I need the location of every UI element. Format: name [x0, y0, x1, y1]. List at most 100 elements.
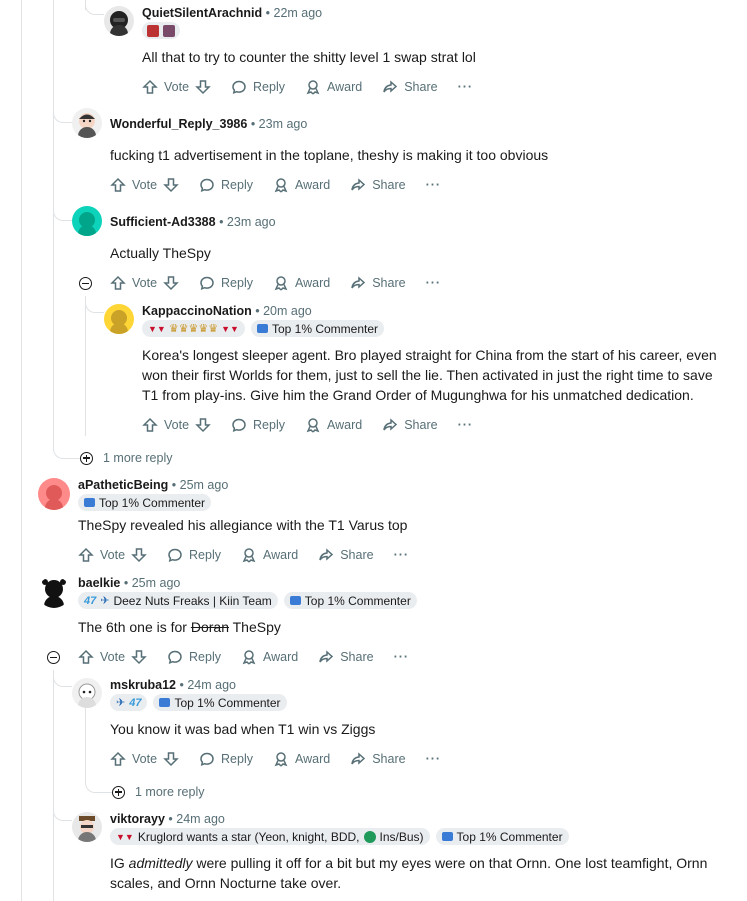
username[interactable]: viktorayy • 24m ago	[110, 812, 225, 826]
share-button[interactable]: Share	[382, 417, 438, 433]
reply-button[interactable]: Reply	[199, 751, 253, 767]
downvote-icon[interactable]	[195, 79, 211, 95]
comment-actions: Vote Reply Award Share ···	[142, 79, 493, 95]
share-button[interactable]: Share	[350, 751, 406, 767]
award-button[interactable]: Award	[241, 547, 298, 563]
avatar[interactable]	[104, 304, 134, 334]
username[interactable]: baelkie • 25m ago	[78, 576, 180, 590]
t1-logo-icon: ▼▼	[221, 323, 239, 334]
username[interactable]: mskruba12 • 24m ago	[110, 678, 236, 692]
t1-logo-icon: ▼▼	[148, 323, 166, 334]
team-logo-icon: ✈	[100, 595, 110, 607]
thread-line[interactable]	[85, 708, 86, 778]
reply-button[interactable]: Reply	[167, 547, 221, 563]
share-button[interactable]: Share	[318, 547, 374, 563]
upvote-button[interactable]: Vote	[142, 79, 211, 95]
avatar[interactable]	[38, 478, 70, 510]
thread-elbow	[53, 800, 72, 821]
award-button[interactable]: Award	[305, 417, 362, 433]
comment-body: TheSpy revealed his allegiance with the …	[78, 517, 408, 533]
more-options-button[interactable]: ···	[458, 418, 474, 432]
avatar[interactable]	[72, 108, 102, 138]
share-button[interactable]: Share	[382, 79, 438, 95]
downvote-icon[interactable]	[163, 275, 179, 291]
comment-body: Actually TheSpy	[110, 245, 211, 261]
comment-body: IG admittedly were pulling it off for a …	[110, 855, 708, 891]
collapse-thread-button[interactable]	[47, 651, 60, 664]
comment-body: All that to try to counter the shitty le…	[142, 49, 476, 65]
upvote-button[interactable]: Vote	[142, 417, 211, 433]
avatar[interactable]	[104, 6, 134, 36]
more-options-button[interactable]: ···	[426, 276, 442, 290]
more-options-button[interactable]: ···	[394, 650, 410, 664]
username[interactable]: aPatheticBeing • 25m ago	[78, 478, 228, 492]
flair-emoji-icon	[163, 24, 175, 37]
more-options-button[interactable]: ···	[394, 548, 410, 562]
reply-button[interactable]: Reply	[199, 275, 253, 291]
downvote-icon[interactable]	[163, 751, 179, 767]
thread-elbow	[53, 440, 80, 459]
downvote-icon[interactable]	[131, 547, 147, 563]
timestamp: • 22m ago	[265, 6, 323, 20]
username[interactable]: Sufficient-Ad3388 • 23m ago	[110, 215, 276, 229]
award-button[interactable]: Award	[241, 649, 298, 665]
thread-elbow	[85, 296, 104, 313]
downvote-icon[interactable]	[195, 417, 211, 433]
expand-icon	[80, 451, 93, 465]
upvote-button[interactable]: Vote	[78, 547, 147, 563]
comment-actions: Vote Reply Award Share ···	[142, 417, 493, 433]
more-replies-button[interactable]: 1 more reply	[112, 785, 204, 799]
reply-button[interactable]: Reply	[231, 79, 285, 95]
timestamp: • 23m ago	[250, 117, 308, 131]
username[interactable]: Wonderful_Reply_3986 • 23m ago	[110, 117, 307, 131]
thread-line[interactable]	[85, 296, 86, 436]
thread-line[interactable]	[53, 670, 54, 901]
reply-button[interactable]: Reply	[167, 649, 221, 665]
thread-line[interactable]	[21, 0, 22, 901]
user-flair: Top 1% Commenter	[78, 494, 212, 511]
comment-actions: Vote Reply Award Share ···	[110, 275, 461, 291]
avatar[interactable]	[72, 812, 102, 842]
more-options-button[interactable]: ···	[426, 752, 442, 766]
downvote-icon[interactable]	[131, 649, 147, 665]
more-options-button[interactable]: ···	[458, 80, 474, 94]
share-button[interactable]: Share	[318, 649, 374, 665]
user-flair: ▼▼ Kruglord wants a star (Yeon, knight, …	[110, 828, 569, 845]
reply-button[interactable]: Reply	[199, 177, 253, 193]
trophy-icon: ♛♛♛♛♛	[168, 323, 219, 335]
comment-body: The 6th one is for Doran TheSpy	[78, 619, 281, 635]
award-button[interactable]: Award	[273, 275, 330, 291]
top-commenter-badge: Top 1% Commenter	[78, 494, 212, 511]
more-options-button[interactable]: ···	[426, 178, 442, 192]
user-flair: ▼▼ ♛♛♛♛♛ ▼▼ Top 1% Commenter	[142, 320, 385, 337]
comment-body: fucking t1 advertisement in the toplane,…	[110, 147, 549, 163]
share-button[interactable]: Share	[350, 275, 406, 291]
top-commenter-badge: Top 1% Commenter	[250, 320, 385, 337]
avatar[interactable]	[72, 678, 102, 708]
thread-line[interactable]	[53, 0, 54, 445]
upvote-button[interactable]: Vote	[110, 751, 179, 767]
timestamp: • 20m ago	[255, 304, 312, 318]
top-commenter-badge: Top 1% Commenter	[435, 828, 569, 845]
avatar[interactable]	[38, 576, 70, 608]
username[interactable]: KappaccinoNation • 20m ago	[142, 304, 312, 318]
upvote-button[interactable]: Vote	[110, 177, 179, 193]
comment-body: You know it was bad when T1 win vs Ziggs	[110, 721, 376, 737]
upvote-button[interactable]: Vote	[110, 275, 179, 291]
username[interactable]: QuietSilentArachnid • 22m ago	[142, 6, 322, 20]
reply-button[interactable]: Reply	[231, 417, 285, 433]
commenter-badge-icon	[159, 698, 171, 707]
award-button[interactable]: Award	[273, 751, 330, 767]
t1-logo-icon: ▼▼	[116, 831, 134, 842]
team-logo-icon: 47	[84, 594, 97, 607]
collapse-thread-button[interactable]	[79, 277, 92, 290]
avatar[interactable]	[72, 206, 102, 236]
team-logo-icon: 47	[129, 696, 142, 709]
upvote-button[interactable]: Vote	[78, 649, 147, 665]
award-button[interactable]: Award	[273, 177, 330, 193]
downvote-icon[interactable]	[163, 177, 179, 193]
more-replies-button[interactable]: 1 more reply	[80, 451, 172, 465]
timestamp: • 24m ago	[168, 812, 225, 826]
award-button[interactable]: Award	[305, 79, 362, 95]
share-button[interactable]: Share	[350, 177, 406, 193]
